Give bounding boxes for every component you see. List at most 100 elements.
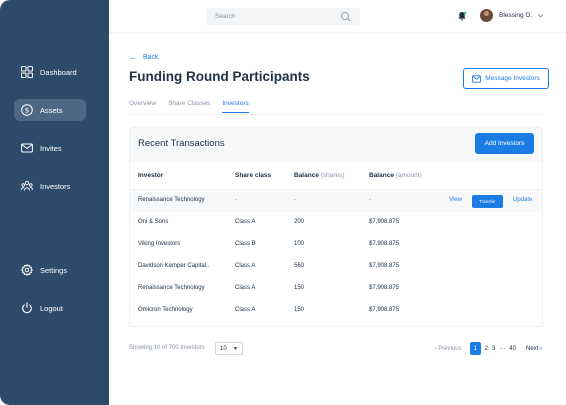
previous-label: Previous [438, 345, 462, 352]
next-page-button[interactable]: Next › [526, 346, 542, 352]
tabs-divider [129, 114, 543, 115]
dollar-circle-icon: $ [21, 104, 33, 116]
shares-cell: 150 [294, 285, 305, 291]
view-link[interactable]: View [449, 197, 462, 203]
back-label: Back [143, 54, 159, 61]
share-class-cell: Class B [235, 241, 256, 247]
column-header-balance-amount: Balance (amount) [369, 172, 422, 179]
sidebar-item-logout[interactable]: Logout [14, 297, 86, 319]
amount-cell: $7,908.875 [369, 263, 400, 269]
transfer-button[interactable]: Transfer [472, 195, 503, 208]
investor-cell: Viking Investors [138, 241, 181, 247]
update-link[interactable]: Update [513, 197, 532, 203]
message-investors-button[interactable]: Message Investors [463, 68, 549, 89]
share-class-cell: Class A [235, 219, 256, 225]
share-class-cell: Class A [235, 285, 256, 291]
shares-cell: 200 [294, 219, 305, 225]
recent-transactions-card: Recent Transactions Add Investors Invest… [129, 127, 543, 327]
amount-cell: - [369, 197, 371, 203]
arrow-left-icon: ← [129, 53, 137, 62]
column-header-share-class: Share class [235, 172, 272, 179]
amount-cell: $7,908.875 [369, 307, 400, 313]
mail-icon [21, 142, 33, 154]
pagination: ‹ Previous 1 2 3 ··· 40 Next › [435, 342, 542, 355]
table-header: Investor Share class Balance (shares) Ba… [130, 162, 542, 190]
amount-cell: $7,908.875 [369, 241, 400, 247]
investor-cell: Renaissance Technology [138, 197, 205, 203]
add-investors-button[interactable]: Add Investors [475, 133, 534, 154]
tab-investors[interactable]: Investors [222, 100, 249, 113]
tab-share-classes[interactable]: Share Classes [168, 100, 210, 113]
back-link[interactable]: ← Back [129, 53, 159, 62]
shares-cell: 150 [294, 307, 305, 313]
search-icon [340, 11, 351, 22]
table-row[interactable]: Viking Investors Class B 100 $7,908.875 [130, 234, 542, 256]
amount-cell: $7,908.875 [369, 219, 400, 225]
sidebar-item-label: Settings [40, 265, 68, 275]
search-input[interactable]: Search [206, 8, 360, 25]
sidebar-item-settings[interactable]: Settings [14, 259, 86, 281]
chevron-down-icon[interactable] [537, 12, 544, 19]
balance-label: Balance [369, 172, 394, 179]
table-row[interactable]: Omicron Technology Class A 150 $7,908.87… [130, 300, 542, 322]
shares-cell: 560 [294, 263, 305, 269]
per-page-select[interactable]: 10 ▼ [215, 342, 243, 355]
svg-text:$: $ [25, 106, 29, 114]
sidebar-item-label: Invites [40, 143, 62, 153]
page-title: Funding Round Participants [129, 69, 310, 84]
sidebar-item-label: Dashboard [40, 67, 77, 77]
mail-icon [472, 74, 482, 83]
showing-count: Showing 10 of 700 Investors [129, 345, 205, 351]
table-row[interactable]: Renaissance Technology - - - View Transf… [130, 190, 542, 212]
page-button-1[interactable]: 1 [469, 342, 481, 355]
balance-unit: (amount) [395, 172, 422, 179]
table-row[interactable]: Renaissance Technology Class A 150 $7,90… [130, 278, 542, 300]
sidebar-item-assets[interactable]: $ Assets [14, 99, 86, 121]
bell-icon[interactable] [457, 11, 467, 21]
sidebar-item-investors[interactable]: Investors [14, 175, 86, 197]
share-class-cell: - [235, 197, 237, 203]
people-icon [21, 180, 33, 192]
power-icon [21, 302, 33, 314]
balance-unit: (shares) [320, 172, 345, 179]
share-class-cell: Class A [235, 263, 256, 269]
tab-bar: Overview Share Classes Investors [129, 100, 261, 113]
share-class-cell: Class A [235, 307, 256, 313]
app-window: Dashboard $ Assets Invites Investors Set… [0, 0, 566, 405]
tab-overview[interactable]: Overview [129, 100, 156, 113]
investor-cell: Oni & Sons [138, 219, 169, 225]
page-button-2[interactable]: 2 [485, 346, 488, 352]
shares-cell: 100 [294, 241, 305, 247]
sidebar: Dashboard $ Assets Invites Investors Set… [0, 0, 109, 405]
investor-cell: Renaissance Technology [138, 285, 205, 291]
sidebar-item-dashboard[interactable]: Dashboard [14, 61, 86, 83]
investor-cell: Davidson Kemper Capital.. [138, 263, 210, 269]
per-page-value: 10 [220, 345, 227, 352]
shares-cell: - [294, 197, 296, 203]
page-button-40[interactable]: 40 [509, 346, 516, 352]
previous-page-button[interactable]: ‹ Previous [435, 346, 462, 352]
page-ellipsis: ··· [499, 345, 506, 352]
search-placeholder: Search [215, 13, 236, 20]
investor-cell: Omicron Technology [138, 307, 193, 313]
column-header-balance-shares: Balance (shares) [294, 172, 345, 179]
user-name[interactable]: Blessing O. [499, 12, 532, 19]
sidebar-item-invites[interactable]: Invites [14, 137, 86, 159]
table-row[interactable]: Davidson Kemper Capital.. Class A 560 $7… [130, 256, 542, 278]
table-row[interactable]: Oni & Sons Class A 200 $7,908.875 [130, 212, 542, 234]
gear-icon [21, 264, 33, 276]
sidebar-item-label: Assets [40, 105, 63, 115]
message-investors-label: Message Investors [485, 75, 540, 82]
card-title: Recent Transactions [138, 138, 225, 149]
balance-label: Balance [294, 172, 319, 179]
column-header-investor: Investor [138, 172, 164, 179]
caret-down-icon: ▼ [233, 346, 238, 352]
sidebar-item-label: Investors [40, 181, 71, 191]
sidebar-item-label: Logout [40, 303, 63, 313]
dashboard-grid-icon [21, 66, 33, 78]
avatar[interactable] [480, 9, 493, 22]
page-button-3[interactable]: 3 [492, 346, 495, 352]
card-header: Recent Transactions Add Investors [130, 128, 542, 162]
next-label: Next [525, 345, 539, 352]
top-header: Search Blessing O. [109, 0, 566, 33]
